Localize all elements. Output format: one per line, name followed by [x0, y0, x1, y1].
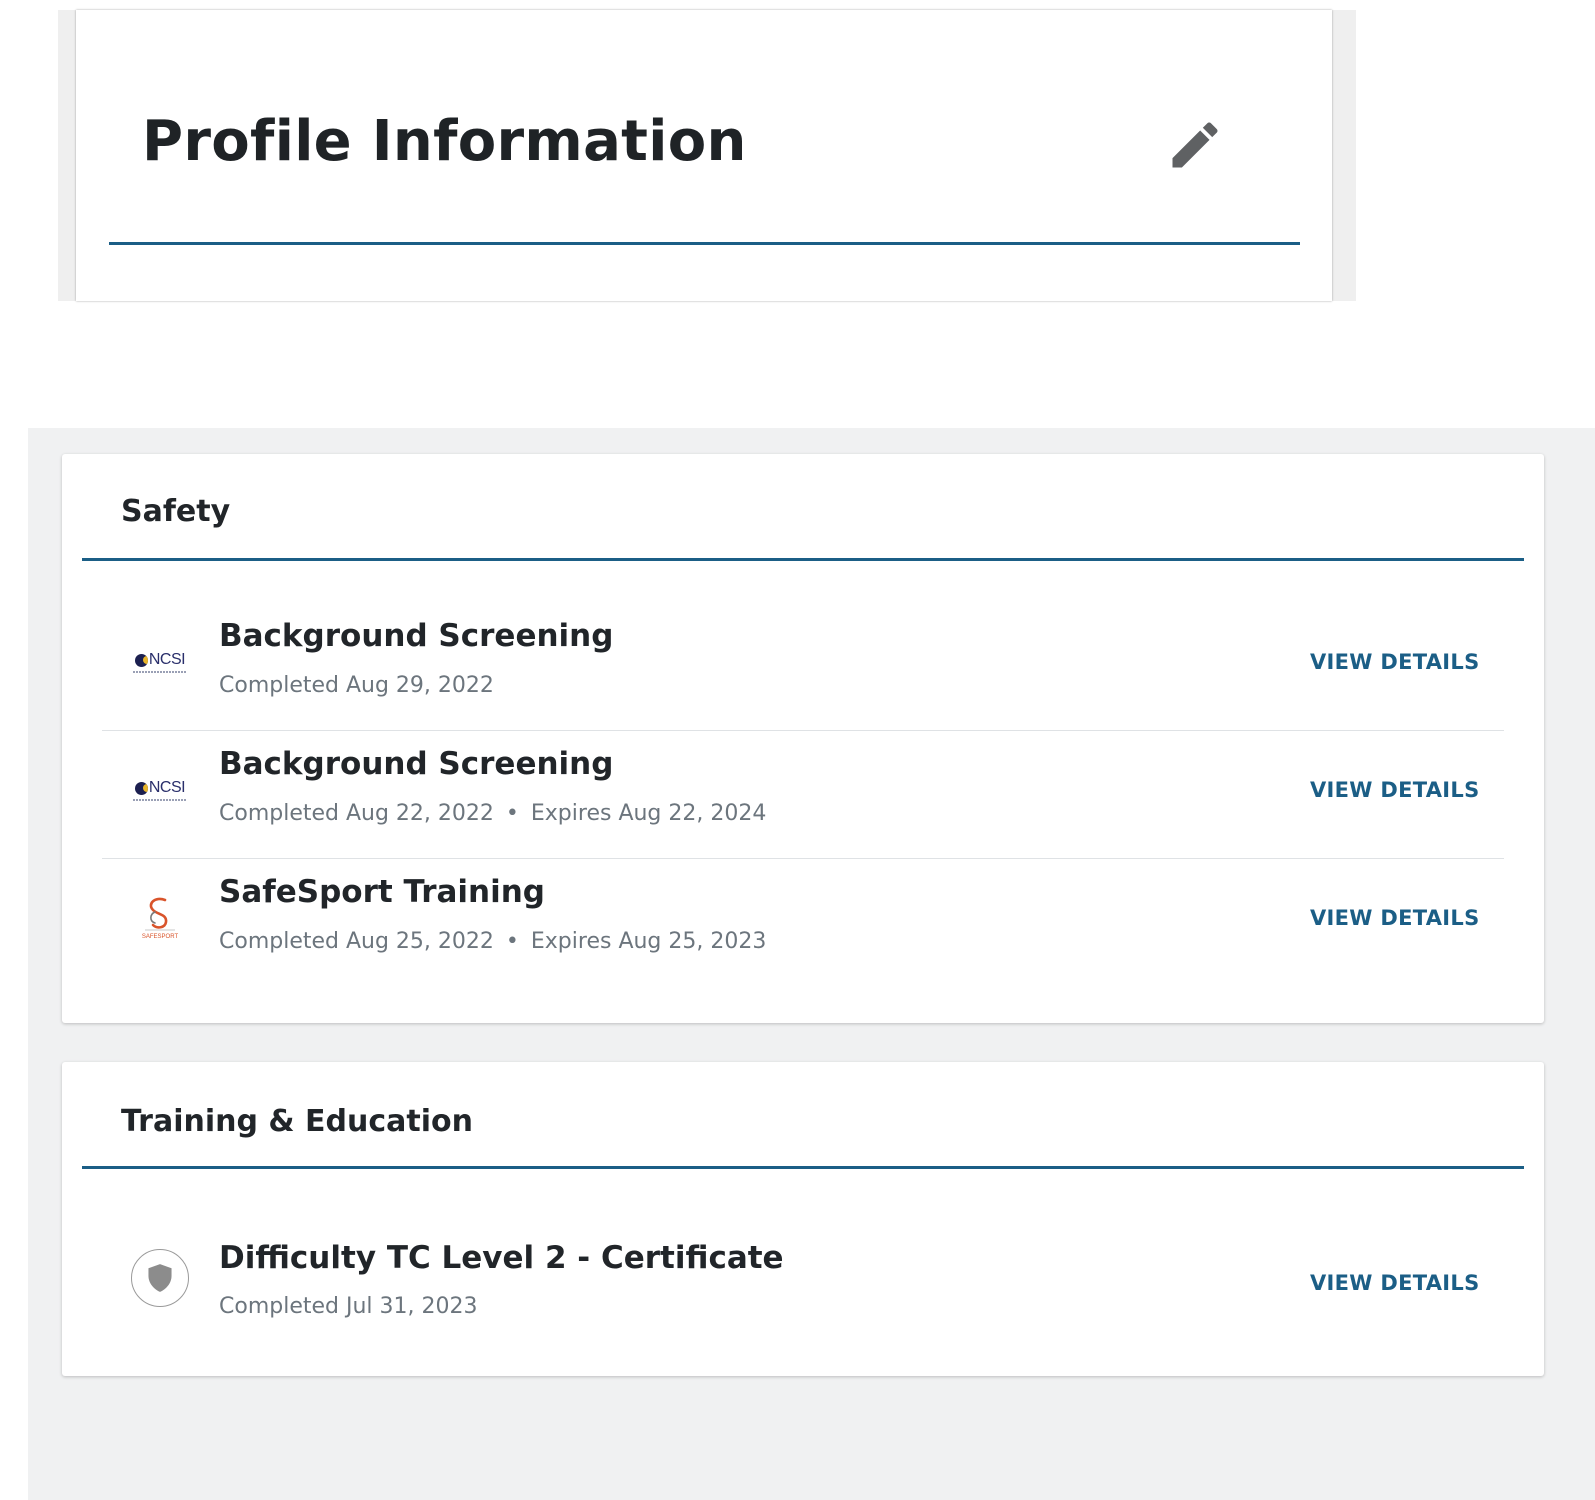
bullet-separator: •	[505, 929, 519, 954]
item-meta: Completed Aug 25, 2022 • Expires Aug 25, 2…	[219, 927, 766, 957]
credentials-panel: Safety NCSI Background Screening Complet…	[28, 428, 1595, 1500]
ncsi-logo: NCSI	[122, 632, 198, 692]
completed-date: Completed Jul 31, 2023	[219, 1294, 478, 1319]
edit-profile-button[interactable]	[1164, 114, 1226, 176]
completed-date: Completed Aug 29, 2022	[219, 673, 494, 698]
item-title: Difficulty TC Level 2 - Certificate	[219, 1240, 784, 1276]
profile-title: Profile Information	[142, 109, 747, 174]
ncsi-logo: NCSI	[122, 760, 198, 820]
view-details-button[interactable]: VIEW DETAILS	[1310, 1268, 1480, 1298]
certificate-badge	[122, 1248, 198, 1308]
list-item: SAFESPORT SafeSport Training Completed A…	[102, 858, 1504, 986]
safety-divider	[82, 558, 1524, 561]
ncsi-logo-text: NCSI	[148, 651, 186, 668]
completed-date: Completed Aug 22, 2022	[219, 801, 494, 826]
view-details-button[interactable]: VIEW DETAILS	[1310, 903, 1480, 933]
training-card: Training & Education Difficulty TC Level…	[62, 1062, 1544, 1376]
pencil-icon	[1172, 122, 1218, 168]
item-meta: Completed Jul 31, 2023	[219, 1292, 478, 1322]
profile-divider	[109, 242, 1300, 245]
shield-icon	[148, 1264, 172, 1292]
item-title: Background Screening	[219, 746, 614, 782]
list-item: Difficulty TC Level 2 - Certificate Comp…	[102, 1210, 1504, 1338]
item-title: SafeSport Training	[219, 874, 545, 910]
safety-card: Safety NCSI Background Screening Complet…	[62, 454, 1544, 1023]
completed-date: Completed Aug 25, 2022	[219, 929, 494, 954]
safety-title: Safety	[121, 494, 231, 529]
list-item: NCSI Background Screening Completed Aug …	[102, 602, 1504, 731]
profile-card-container: Profile Information	[58, 10, 1356, 301]
profile-card: Profile Information	[76, 10, 1332, 301]
safesport-logo: SAFESPORT	[122, 888, 198, 948]
expires-date: Expires Aug 25, 2023	[530, 929, 767, 954]
item-title: Background Screening	[219, 618, 614, 654]
bullet-separator: •	[505, 801, 519, 826]
training-title: Training & Education	[121, 1104, 473, 1139]
training-divider	[82, 1166, 1524, 1169]
list-item: NCSI Background Screening Completed Aug …	[102, 730, 1504, 859]
item-meta: Completed Aug 22, 2022 • Expires Aug 22, 2…	[219, 799, 766, 829]
view-details-button[interactable]: VIEW DETAILS	[1310, 775, 1480, 805]
safesport-logo-text: SAFESPORT	[142, 934, 179, 940]
ncsi-logo-text: NCSI	[148, 779, 186, 796]
expires-date: Expires Aug 22, 2024	[530, 801, 767, 826]
view-details-button[interactable]: VIEW DETAILS	[1310, 647, 1480, 677]
item-meta: Completed Aug 29, 2022	[219, 671, 494, 701]
